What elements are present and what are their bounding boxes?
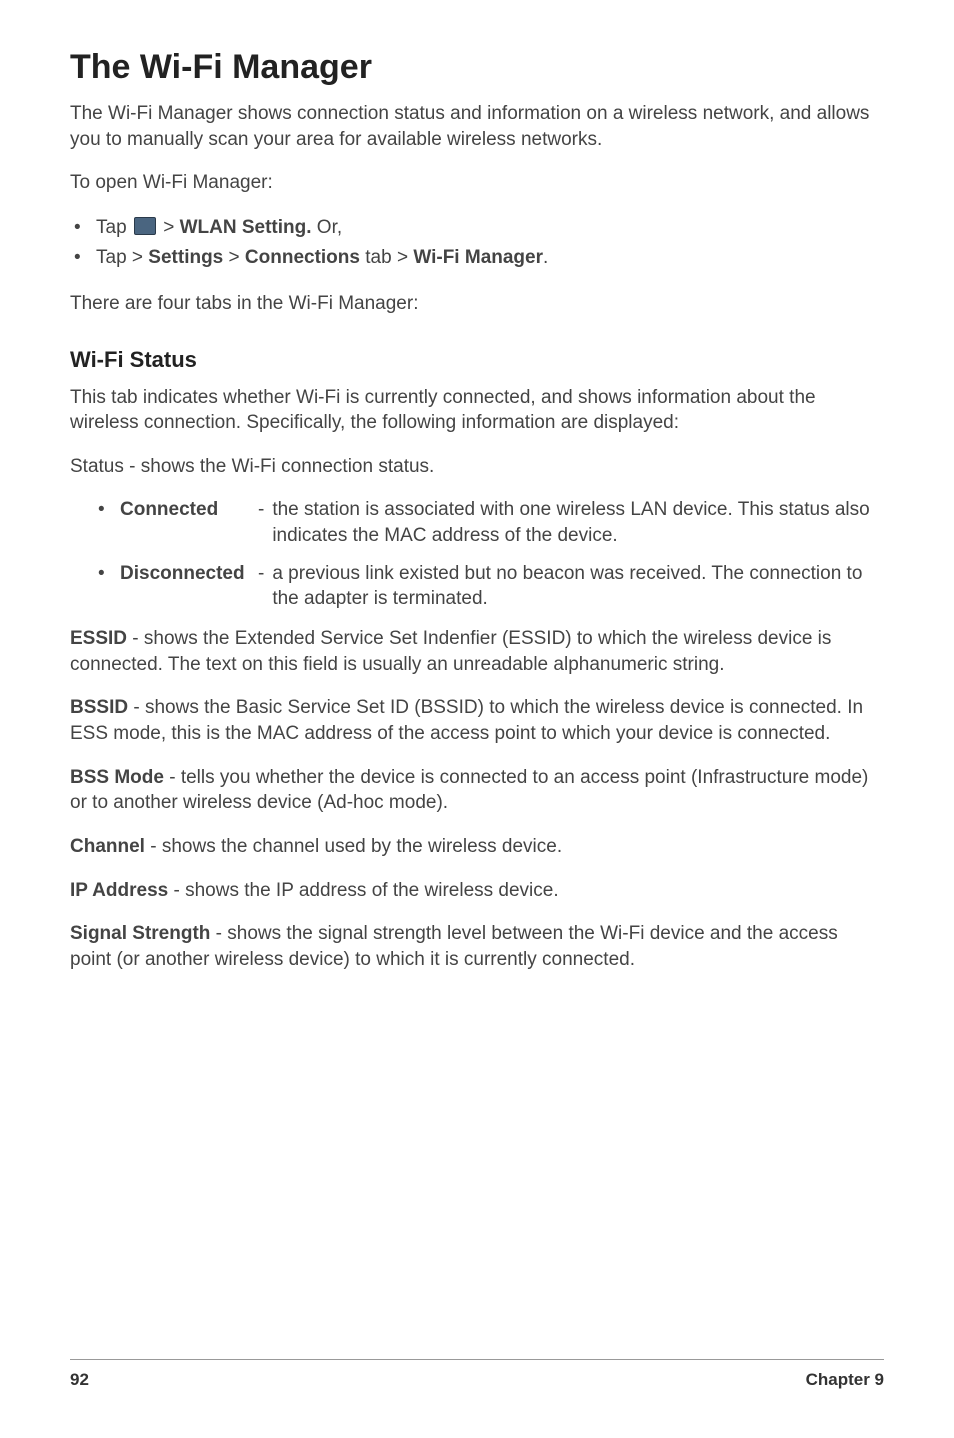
channel-bold: Channel — [70, 836, 145, 857]
page-footer: 92 Chapter 9 — [70, 1359, 884, 1390]
connected-sep: - — [258, 497, 272, 548]
bssmode-bold: BSS Mode — [70, 767, 164, 788]
wlan-icon — [134, 217, 156, 235]
step2-settings: Settings — [148, 247, 223, 268]
step2-tap: Tap > — [96, 247, 148, 268]
step1-bold: WLAN Setting. — [180, 217, 312, 238]
ip-bold: IP Address — [70, 880, 168, 901]
signal-bold: Signal Strength — [70, 923, 210, 944]
bssid-paragraph: BSSID - shows the Basic Service Set ID (… — [70, 695, 884, 746]
wifi-status-heading: Wi-Fi Status — [70, 347, 884, 373]
chapter-label: Chapter 9 — [806, 1370, 884, 1390]
step2-wifi: Wi-Fi Manager — [413, 247, 543, 268]
status-line: Status - shows the Wi-Fi connection stat… — [70, 454, 884, 480]
bssid-text: - shows the Basic Service Set ID (BSSID)… — [70, 697, 863, 744]
connected-desc: the station is associated with one wirel… — [272, 497, 884, 548]
intro-paragraph: The Wi-Fi Manager shows connection statu… — [70, 101, 884, 152]
four-tabs-text: There are four tabs in the Wi-Fi Manager… — [70, 291, 884, 317]
essid-paragraph: ESSID - shows the Extended Service Set I… — [70, 626, 884, 677]
step2-period: . — [543, 247, 548, 268]
connected-term: Connected — [120, 497, 258, 548]
signal-paragraph: Signal Strength - shows the signal stren… — [70, 921, 884, 972]
step1-tap: Tap — [96, 217, 132, 238]
disconnected-term: Disconnected — [120, 561, 258, 612]
ip-text: - shows the IP address of the wireless d… — [168, 880, 558, 901]
disconnected-sep: - — [258, 561, 272, 612]
step2-tab: tab > — [360, 247, 413, 268]
open-lead: To open Wi-Fi Manager: — [70, 170, 884, 196]
bssmode-text: - tells you whether the device is connec… — [70, 767, 868, 814]
status-def-list: Connected - the station is associated wi… — [70, 497, 884, 612]
disconnected-desc: a previous link existed but no beacon wa… — [272, 561, 884, 612]
open-steps-list: Tap > WLAN Setting. Or, Tap > Settings >… — [70, 214, 884, 273]
step2-connections: Connections — [245, 247, 360, 268]
disconnected-item: Disconnected - a previous link existed b… — [120, 561, 884, 612]
channel-paragraph: Channel - shows the channel used by the … — [70, 834, 884, 860]
step1-or: Or, — [312, 217, 343, 238]
channel-text: - shows the channel used by the wireless… — [145, 836, 562, 857]
bssmode-paragraph: BSS Mode - tells you whether the device … — [70, 765, 884, 816]
step-2: Tap > Settings > Connections tab > Wi-Fi… — [96, 244, 884, 273]
wifi-status-intro: This tab indicates whether Wi-Fi is curr… — [70, 385, 884, 436]
bssid-bold: BSSID — [70, 697, 128, 718]
essid-bold: ESSID — [70, 628, 127, 649]
step1-gt: > — [158, 217, 180, 238]
step2-gt1: > — [223, 247, 245, 268]
ip-paragraph: IP Address - shows the IP address of the… — [70, 878, 884, 904]
essid-text: - shows the Extended Service Set Indenfi… — [70, 628, 831, 675]
connected-item: Connected - the station is associated wi… — [120, 497, 884, 548]
page-title: The Wi-Fi Manager — [70, 48, 884, 87]
step-1: Tap > WLAN Setting. Or, — [96, 214, 884, 243]
page-number: 92 — [70, 1370, 89, 1390]
